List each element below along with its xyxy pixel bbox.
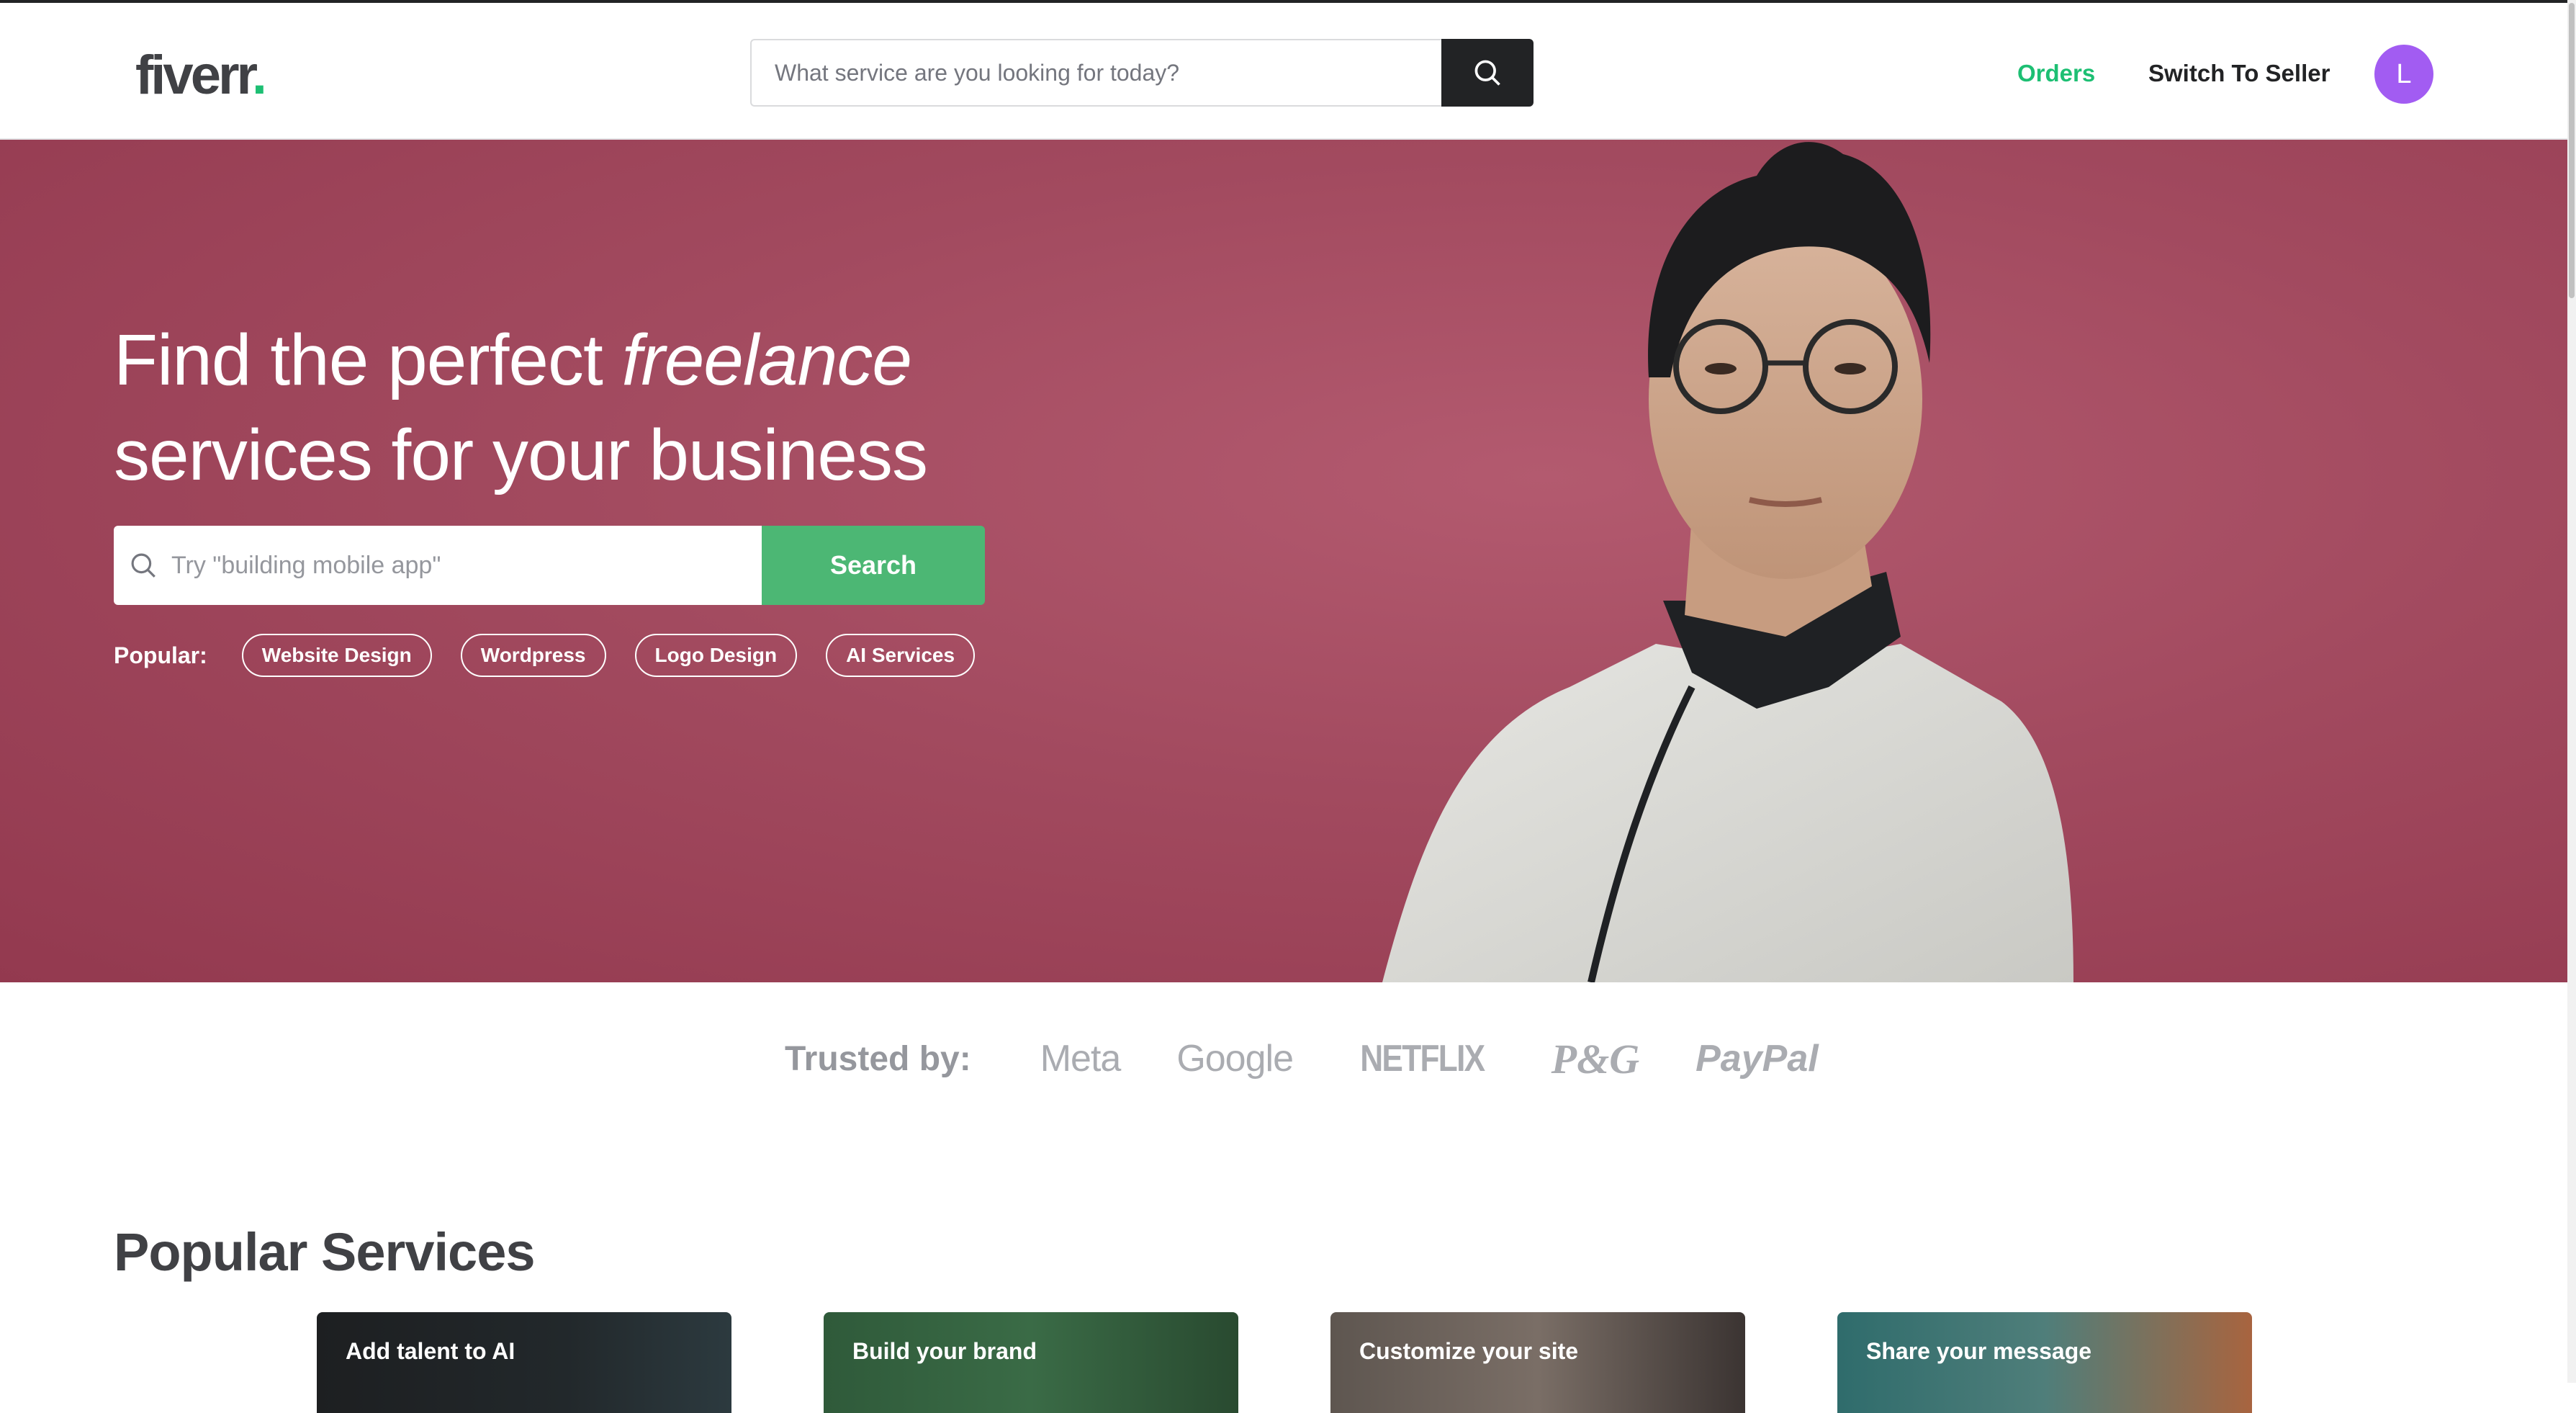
hero-banner: Find the perfect freelance services for …: [0, 140, 2576, 982]
hero-search: Search: [114, 526, 985, 605]
orders-link[interactable]: Orders: [2017, 58, 2095, 89]
popular-tag-ai-services[interactable]: AI Services: [826, 634, 976, 677]
popular-tag-website-design[interactable]: Website Design: [241, 634, 432, 677]
hero-search-input[interactable]: [158, 526, 762, 605]
hero-search-button[interactable]: Search: [762, 526, 985, 605]
search-icon: [1474, 60, 1500, 86]
hero-person-image: [1382, 142, 2073, 982]
trusted-by-bar: Trusted by: Meta Google NETFLIX P&G PayP…: [785, 1030, 1819, 1087]
popular-tag-wordpress[interactable]: Wordpress: [460, 634, 606, 677]
popular-services-title: Popular Services: [114, 1222, 536, 1282]
header-search: [750, 39, 1534, 107]
search-icon: [131, 553, 156, 578]
header-search-input[interactable]: [750, 39, 1441, 107]
google-logo: Google: [1176, 1038, 1294, 1080]
popular-tags: Popular: Website Design Wordpress Logo D…: [114, 634, 976, 677]
service-card-message[interactable]: Share your message: [1837, 1312, 2252, 1413]
page-scrollbar[interactable]: [2567, 0, 2576, 1383]
netflix-logo: NETFLIX: [1360, 1038, 1485, 1080]
service-card-label: Add talent to AI: [346, 1338, 515, 1364]
trusted-by-label: Trusted by:: [785, 1039, 971, 1078]
service-card-brand[interactable]: Build your brand: [824, 1312, 1238, 1413]
meta-logo: Meta: [1040, 1038, 1122, 1080]
hero-headline: Find the perfect freelance services for …: [114, 320, 928, 495]
hero-search-field: [114, 526, 762, 605]
service-card-site[interactable]: Customize your site: [1330, 1312, 1745, 1413]
scrollbar-thumb[interactable]: [2569, 3, 2575, 298]
switch-to-seller-link[interactable]: Switch To Seller: [2148, 58, 2330, 89]
popular-tag-logo-design[interactable]: Logo Design: [634, 634, 798, 677]
service-card-ai[interactable]: Add talent to AI: [317, 1312, 731, 1413]
header-search-button[interactable]: [1441, 39, 1534, 107]
fiverr-logo[interactable]: fiverr.: [135, 43, 267, 108]
paypal-logo: PayPal: [1695, 1038, 1819, 1080]
service-card-label: Build your brand: [852, 1338, 1037, 1364]
service-card-label: Customize your site: [1359, 1338, 1579, 1364]
top-header: fiverr. Orders Switch To Seller L: [0, 0, 2576, 140]
pg-logo: P&G: [1551, 1035, 1640, 1082]
popular-label: Popular:: [114, 642, 207, 668]
user-avatar[interactable]: L: [2374, 45, 2433, 104]
service-card-label: Share your message: [1866, 1338, 2092, 1364]
